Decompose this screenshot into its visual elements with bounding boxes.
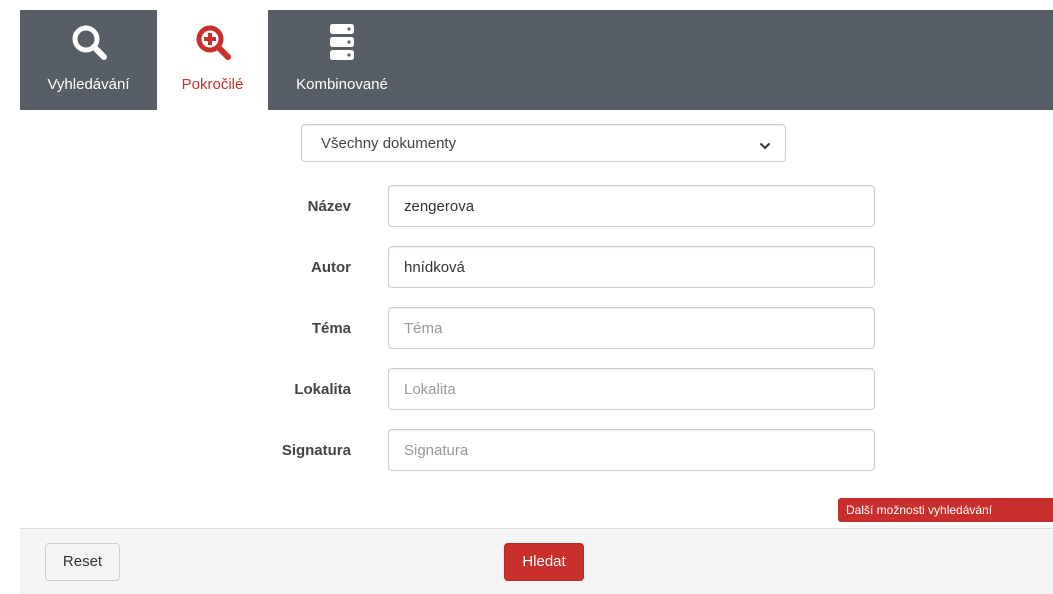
location-input[interactable] xyxy=(388,368,875,410)
server-stack-icon xyxy=(268,22,416,62)
reset-button[interactable]: Reset xyxy=(45,543,120,581)
advanced-search-panel: Vyhledávání Pokročilé Kombinované Všechn… xyxy=(20,10,1053,594)
document-type-selected: Všechny dokumenty xyxy=(321,135,457,152)
topic-input[interactable] xyxy=(388,307,875,349)
signature-input[interactable] xyxy=(388,429,875,471)
search-icon xyxy=(20,22,157,62)
topic-label: Téma xyxy=(311,320,351,337)
signature-label: Signatura xyxy=(281,442,351,459)
tab-simple-search[interactable]: Vyhledávání xyxy=(20,10,157,110)
author-input[interactable] xyxy=(388,246,875,288)
title-label: Název xyxy=(307,198,351,215)
chevron-down-icon xyxy=(759,138,771,156)
more-search-options-button[interactable]: Další možnosti vyhledávání xyxy=(838,498,1053,522)
search-mode-tabs: Vyhledávání Pokročilé Kombinované xyxy=(20,10,1053,110)
tab-advanced-search-label: Pokročilé xyxy=(181,76,244,93)
search-submit-button[interactable]: Hledat xyxy=(504,543,584,581)
tab-simple-search-label: Vyhledávání xyxy=(47,76,130,93)
location-label: Lokalita xyxy=(294,381,351,398)
title-input[interactable] xyxy=(388,185,875,227)
tab-advanced-search[interactable]: Pokročilé xyxy=(157,10,268,110)
form-footer: Reset Hledat xyxy=(20,528,1053,594)
tab-combined-search[interactable]: Kombinované xyxy=(268,10,416,110)
zoom-in-plus-icon xyxy=(157,22,268,62)
tab-combined-search-label: Kombinované xyxy=(296,76,388,93)
author-label: Autor xyxy=(311,259,351,276)
document-type-select[interactable]: Všechny dokumenty xyxy=(301,124,786,162)
